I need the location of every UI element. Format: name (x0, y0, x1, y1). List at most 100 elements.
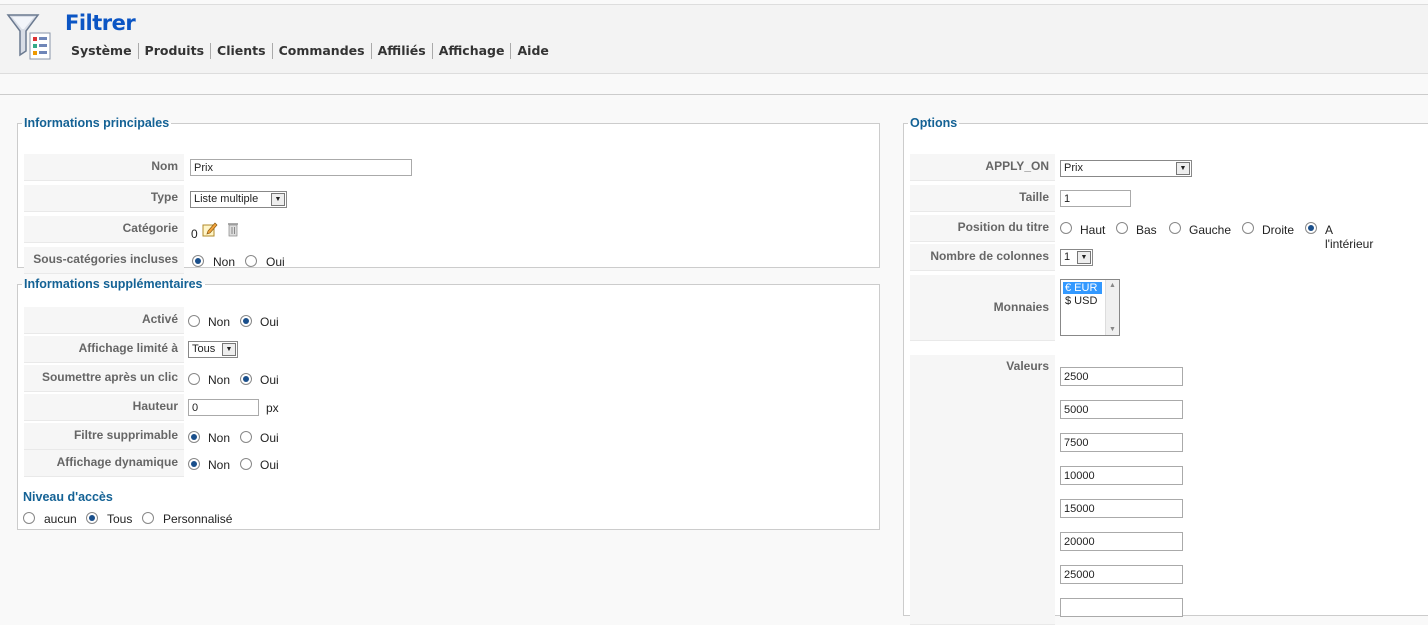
submit-label: Soumettre après un clic (24, 365, 184, 392)
apply-on-value: Prix (1064, 162, 1083, 174)
currencies-label: Monnaies (910, 275, 1055, 341)
submit-non-radio[interactable] (188, 373, 200, 385)
main-info-fieldset: Informations principales Nom Type Liste … (17, 116, 880, 274)
categorie-value: 0 (191, 227, 198, 241)
size-input[interactable] (1060, 190, 1131, 207)
access-tous-radio[interactable] (86, 512, 98, 524)
nom-label: Nom (24, 154, 184, 181)
columns-value: 1 (1064, 251, 1071, 263)
scroll-up-icon: ▲ (1109, 282, 1116, 289)
title-pos-gauche-label: Gauche (1189, 223, 1232, 237)
access-custom-label: Personnalisé (163, 512, 233, 526)
menu-item-aide[interactable]: Aide (511, 43, 554, 59)
apply-on-select[interactable]: Prix ▼ (1060, 160, 1192, 177)
submit-non-label: Non (208, 373, 231, 387)
columns-label: Nombre de colonnes (910, 244, 1055, 271)
title-pos-bas-label: Bas (1136, 223, 1157, 237)
subcat-non-label: Non (213, 255, 236, 269)
chevron-down-icon: ▼ (1077, 251, 1091, 264)
title-pos-inside-label: A l'intérieur (1325, 223, 1374, 251)
access-custom-radio[interactable] (142, 512, 154, 524)
menu-item-produits[interactable]: Produits (139, 43, 212, 59)
display-limit-value: Tous (192, 343, 216, 355)
page-title: Filtrer (65, 11, 136, 35)
dynamic-oui-radio[interactable] (240, 458, 252, 470)
menu-item-affilies[interactable]: Affiliés (372, 43, 433, 59)
menu-item-commandes[interactable]: Commandes (273, 43, 372, 59)
main-info-legend: Informations principales (24, 116, 170, 130)
title-pos-bas-radio[interactable] (1116, 222, 1128, 234)
access-level-title: Niveau d'accès (23, 490, 113, 504)
subcat-oui-radio[interactable] (245, 255, 257, 267)
currency-option-eur[interactable]: € EUR (1063, 282, 1102, 294)
active-oui-label: Oui (260, 315, 279, 329)
type-label: Type (24, 185, 184, 212)
submit-oui-radio[interactable] (240, 373, 252, 385)
scroll-down-icon: ▼ (1109, 326, 1116, 333)
removable-oui-radio[interactable] (240, 431, 252, 443)
title-pos-gauche-radio[interactable] (1169, 222, 1181, 234)
currencies-listbox[interactable]: € EUR $ USD ▲ ▼ (1060, 279, 1120, 336)
extra-info-legend: Informations supplémentaires (24, 277, 203, 291)
trash-icon[interactable] (227, 221, 239, 237)
menu-item-systeme[interactable]: Système (65, 43, 139, 59)
title-pos-droite-radio[interactable] (1242, 222, 1254, 234)
height-label: Hauteur (24, 394, 184, 421)
subcat-oui-label: Oui (266, 255, 285, 269)
height-unit: px (266, 401, 279, 415)
apply-on-label: APPLY_ON (910, 154, 1055, 181)
removable-non-radio[interactable] (188, 431, 200, 443)
title-pos-haut-radio[interactable] (1060, 222, 1072, 234)
toolbar-header: Filtrer Système Produits Clients Command… (0, 4, 1428, 74)
submit-oui-label: Oui (260, 373, 279, 387)
chevron-down-icon: ▼ (222, 343, 236, 356)
filter-funnel-icon (6, 14, 51, 60)
access-aucun-radio[interactable] (23, 512, 35, 524)
value-input-2[interactable] (1060, 400, 1183, 419)
dynamic-non-radio[interactable] (188, 458, 200, 470)
display-limit-select[interactable]: Tous ▼ (188, 341, 238, 358)
title-pos-droite-label: Droite (1262, 223, 1295, 237)
categorie-label: Catégorie (24, 216, 184, 243)
active-label: Activé (24, 307, 184, 334)
access-aucun-label: aucun (44, 512, 77, 526)
type-select-value: Liste multiple (194, 193, 259, 205)
title-pos-haut-label: Haut (1080, 223, 1106, 237)
subcat-non-radio[interactable] (192, 255, 204, 267)
menu-item-clients[interactable]: Clients (211, 43, 273, 59)
active-oui-radio[interactable] (240, 315, 252, 327)
value-input-1[interactable] (1060, 367, 1183, 386)
extra-info-fieldset: Informations supplémentaires Activé Non … (17, 277, 880, 530)
size-label: Taille (910, 185, 1055, 212)
removable-non-label: Non (208, 431, 231, 445)
value-input-5[interactable] (1060, 499, 1183, 518)
options-fieldset: Options APPLY_ON Prix ▼ Taille Position … (903, 116, 1428, 625)
edit-icon[interactable] (202, 221, 218, 237)
active-non-radio[interactable] (188, 315, 200, 327)
display-limit-label: Affichage limité à (24, 336, 184, 363)
currency-option-usd[interactable]: $ USD (1063, 295, 1099, 307)
value-input-3[interactable] (1060, 433, 1183, 452)
nom-input[interactable] (190, 159, 412, 176)
menu-item-affichage[interactable]: Affichage (433, 43, 512, 59)
value-input-8[interactable] (1060, 598, 1183, 617)
values-label: Valeurs (910, 355, 1055, 625)
title-position-label: Position du titre (910, 215, 1055, 242)
main-menu: Système Produits Clients Commandes Affil… (65, 43, 555, 59)
value-input-6[interactable] (1060, 532, 1183, 551)
value-input-4[interactable] (1060, 466, 1183, 485)
listbox-scrollbar[interactable]: ▲ ▼ (1105, 280, 1119, 335)
header-divider (0, 94, 1428, 95)
active-non-label: Non (208, 315, 231, 329)
chevron-down-icon: ▼ (271, 193, 285, 206)
chevron-down-icon: ▼ (1176, 162, 1190, 175)
removable-oui-label: Oui (260, 431, 279, 445)
height-input[interactable] (188, 399, 259, 416)
removable-label: Filtre supprimable (24, 423, 184, 450)
value-input-7[interactable] (1060, 565, 1183, 584)
dynamic-oui-label: Oui (260, 458, 279, 472)
title-pos-inside-radio[interactable] (1305, 222, 1317, 234)
dynamic-non-label: Non (208, 458, 231, 472)
columns-select[interactable]: 1 ▼ (1060, 249, 1093, 266)
type-select[interactable]: Liste multiple ▼ (190, 191, 287, 208)
